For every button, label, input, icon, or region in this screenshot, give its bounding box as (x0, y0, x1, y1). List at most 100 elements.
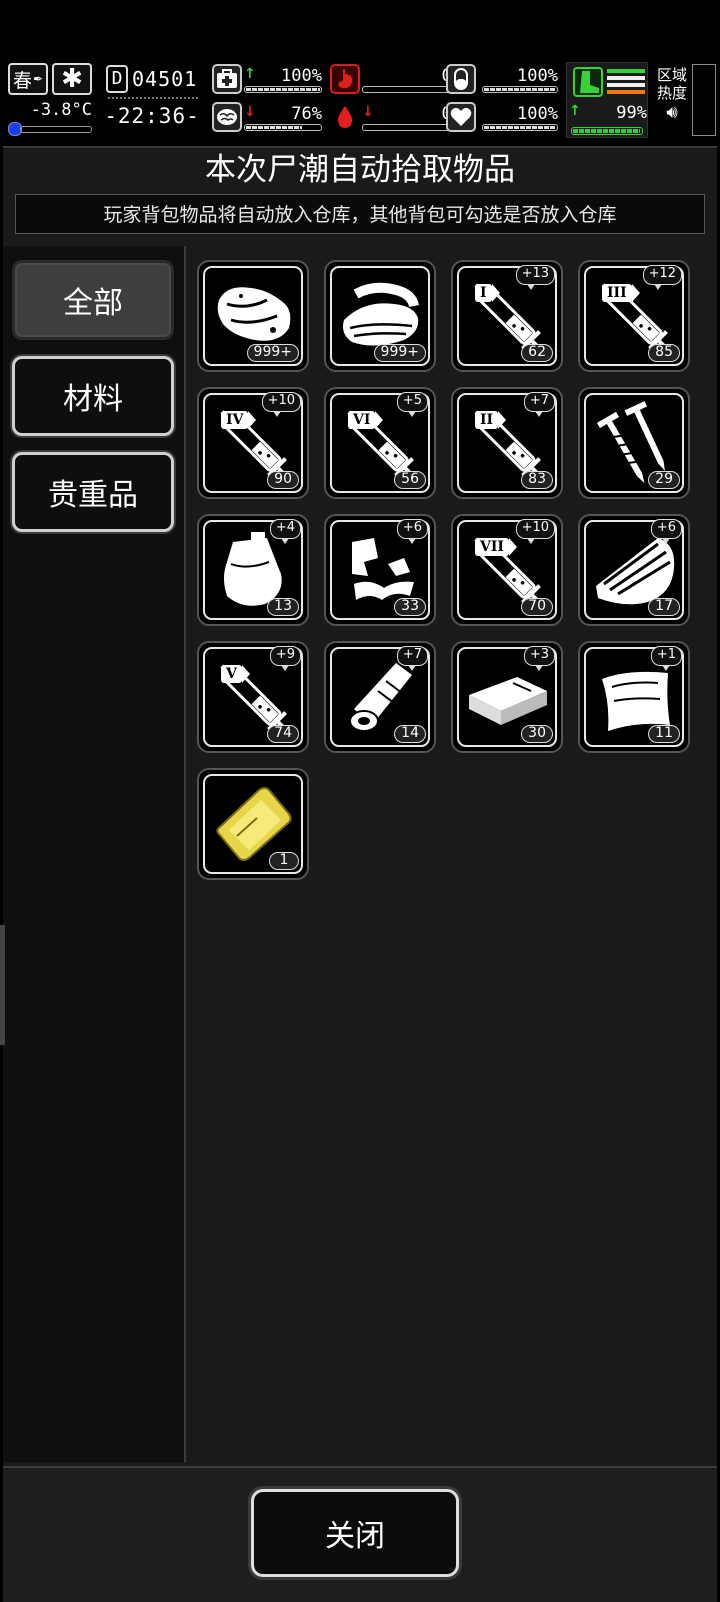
tab-all[interactable]: 全部 (12, 260, 174, 340)
item-count: 30 (521, 725, 553, 743)
tab-materials[interactable]: 材料 (12, 356, 174, 436)
item-slot[interactable]: 999+ (324, 260, 436, 372)
item-count: 999+ (373, 344, 426, 362)
item-count: 14 (394, 725, 426, 743)
item-count: 90 (267, 471, 299, 489)
feather-icon: ✒ (32, 72, 44, 86)
item-slot[interactable]: +1 11 (578, 641, 690, 753)
stat-blood[interactable]: ↓0% (330, 102, 462, 132)
item-slot[interactable]: 999+ (197, 260, 309, 372)
upgrade-level-badge: +13 (515, 265, 555, 290)
stat-health[interactable]: ↑ 100% (212, 64, 322, 94)
item-count: 56 (394, 471, 426, 489)
grade-tag: VI (348, 411, 376, 429)
upgrade-level-badge: +4 (269, 519, 301, 544)
day-number: 04501 (132, 67, 198, 91)
grade-tag-arrow (509, 538, 517, 556)
zone-heat[interactable]: 区域 热度 🔊︎ (654, 66, 690, 136)
tab-label: 材料 (63, 382, 123, 417)
item-count: 85 (648, 344, 680, 362)
tab-label: 贵重品 (48, 478, 138, 513)
grade-tag-arrow (498, 411, 506, 429)
brain-value: 76% (291, 103, 322, 124)
arrow-down-icon: ↓ (244, 103, 256, 120)
grade-tag-arrow (632, 284, 640, 302)
stat-brain[interactable]: ↓ 76% (212, 102, 322, 132)
upgrade-level-badge: +1 (650, 646, 682, 671)
boot-icon (573, 67, 603, 97)
upgrade-level-badge: +5 (396, 392, 428, 417)
heart-bar (482, 123, 558, 131)
item-slot[interactable]: VI +5 56 (324, 387, 436, 499)
item-slot[interactable]: III +12 85 (578, 260, 690, 372)
edge-handle[interactable] (0, 925, 5, 1045)
status-hud: 春 ✒ ✱ -3.8°C D 04501 -22:36- ↑ 100% ↓ 76% (0, 60, 720, 140)
grade-tag-arrow (492, 284, 500, 302)
grade-tag-arrow (242, 665, 250, 683)
medicine-bar (482, 85, 558, 93)
item-slot[interactable]: +3 30 (451, 641, 563, 753)
pill-icon (446, 64, 476, 94)
item-slot[interactable]: +4 13 (197, 514, 309, 626)
category-sidebar: 全部 材料 贵重品 (3, 246, 186, 1462)
upgrade-level-badge: +10 (515, 519, 555, 544)
grade-tag-arrow (248, 411, 256, 429)
temperature-readout: -3.8°C (30, 100, 92, 120)
item-slot[interactable]: 1 (197, 768, 309, 880)
heart-icon (446, 102, 476, 132)
item-slot[interactable]: 29 (578, 387, 690, 499)
item-slot[interactable]: IV +10 90 (197, 387, 309, 499)
upgrade-level-badge: +6 (650, 519, 682, 544)
item-count: 13 (267, 598, 299, 616)
item-count: 62 (521, 344, 553, 362)
divider (108, 97, 198, 101)
grade-tag-arrow (375, 411, 383, 429)
item-count: 11 (648, 725, 680, 743)
upgrade-level-badge: +10 (261, 392, 301, 417)
stamina-panel[interactable]: ↑ 99% (566, 62, 648, 138)
health-value: 100% (281, 65, 322, 86)
upgrade-level-badge: +7 (396, 646, 428, 671)
grade-tag: V (221, 665, 242, 683)
temperature-gauge (8, 122, 92, 136)
item-slot[interactable]: V +9 74 (197, 641, 309, 753)
health-bar (244, 85, 322, 93)
item-slot[interactable]: +6 17 (578, 514, 690, 626)
arrow-down-icon: ↓ (362, 103, 374, 120)
stat-medicine[interactable]: 100% (446, 64, 558, 94)
tab-label: 全部 (63, 286, 123, 321)
item-count: 29 (648, 471, 680, 489)
blood-drop-icon (330, 102, 360, 132)
item-slot[interactable]: I +13 62 (451, 260, 563, 372)
grade-tag: III (602, 284, 632, 302)
item-count: 83 (521, 471, 553, 489)
season-badge: 春 ✒ (8, 63, 48, 95)
medkit-icon (212, 64, 242, 94)
medicine-value: 100% (517, 65, 558, 86)
zone-heat-line1: 区域 (656, 66, 687, 84)
stamina-bar (571, 127, 643, 135)
stat-heart[interactable]: 100% (446, 102, 558, 132)
item-slot[interactable]: VII +10 70 (451, 514, 563, 626)
stamina-stripes (607, 69, 645, 95)
item-slot[interactable]: +6 33 (324, 514, 436, 626)
stamina-value: 99% (616, 103, 647, 123)
item-slot[interactable]: +7 14 (324, 641, 436, 753)
speaker-icon: 🔊︎ (666, 102, 678, 123)
zone-heat-meter (692, 64, 716, 136)
item-count: 999+ (246, 344, 299, 362)
brain-icon (212, 102, 242, 132)
stat-stomach[interactable]: 0% (330, 64, 462, 94)
weather-snow-icon[interactable]: ✱ (52, 63, 92, 95)
grade-tag: I (475, 284, 492, 302)
brain-bar (244, 123, 322, 131)
heart-value: 100% (517, 103, 558, 124)
grade-tag: II (475, 411, 499, 429)
grade-tag: VII (475, 538, 509, 556)
item-count: 74 (267, 725, 299, 743)
item-count: 33 (394, 598, 426, 616)
close-button[interactable]: 关闭 (251, 1489, 459, 1577)
item-slot[interactable]: II +7 83 (451, 387, 563, 499)
day-prefix: D (106, 65, 128, 93)
tab-valuables[interactable]: 贵重品 (12, 452, 174, 532)
